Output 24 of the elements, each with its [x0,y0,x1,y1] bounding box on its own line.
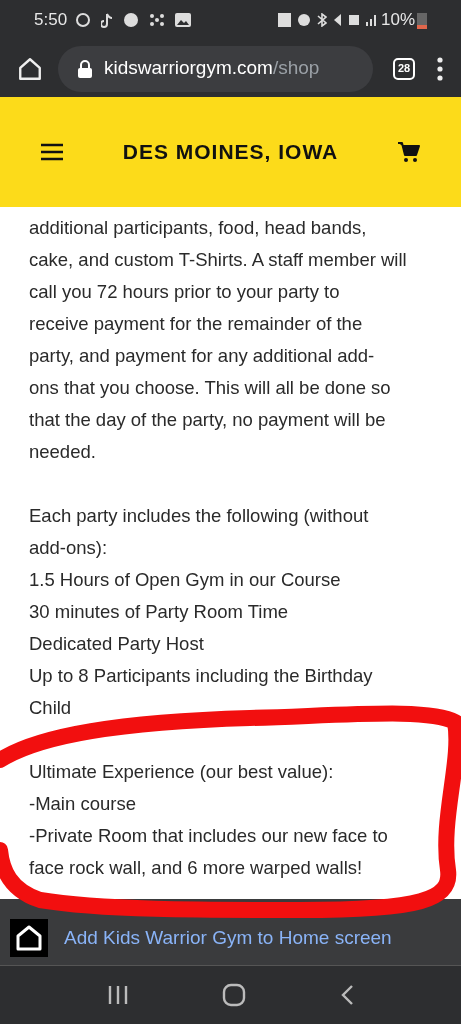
lock-icon [78,59,92,78]
address-bar[interactable]: kidswarriorgym.com/shop [58,45,373,92]
home-icon [10,919,48,957]
menu-icon[interactable] [40,142,64,162]
body-paragraph: Ultimate Experience (our best value): -Main course -Private Room that includes our new face to face rock wall, and 6 more warped walls! [29,760,388,880]
install-banner-text: Add Kids Warrior Gym to Home screen [64,925,392,950]
bluetooth-icon [316,13,327,27]
url-text: kidswarriorgym.com/shop [104,56,320,81]
body-paragraph: Each party includes the following (without add-ons): 1.5 Hours of Open Gym in our Course 30 minutes of Party Room Time Dedicated Party Host Up to 8 Participants including the Birthday Child [29,504,373,720]
cart-icon[interactable] [397,140,421,164]
site-title: DES MOINES, IOWA [121,139,340,166]
back-button[interactable] [340,984,355,1006]
image-icon [175,13,192,27]
body-paragraph: additional participants, food, head bands, cake, and custom T-Shirts. A staff member will call you 72 hours prior to your party to receive payment for the remainder of the party, and payment for any additional add- ons that you choose. This will all be done so that the day of the party, no payment will be needed. [29,216,407,464]
music-note-icon [101,12,114,28]
pinwheel-icon [149,12,166,28]
home-nav-button[interactable] [222,983,247,1007]
tab-count-button[interactable]: 28 [393,57,415,80]
status-time: 5:50 [34,9,68,32]
battery-percentage: 10% [380,9,415,32]
signal-icon [365,14,377,26]
recent-apps-button[interactable] [106,985,129,1005]
battery-icon [417,11,427,29]
menu-button[interactable] [435,55,445,82]
